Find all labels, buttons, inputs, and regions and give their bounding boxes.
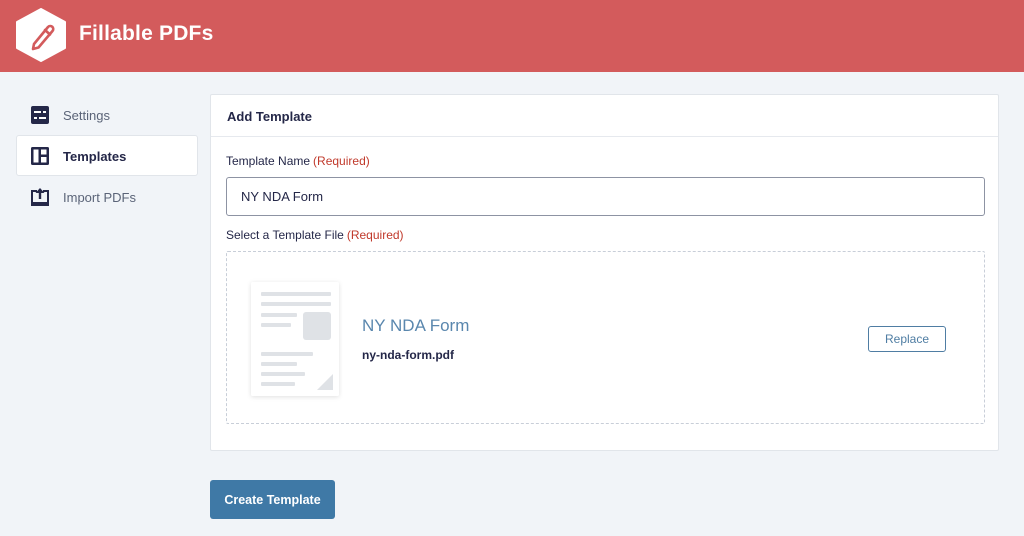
template-file-dropzone[interactable]: NY NDA Form ny-nda-form.pdf Replace (226, 251, 985, 424)
template-name-label-text: Template Name (226, 154, 311, 168)
import-icon (31, 188, 49, 206)
file-title: NY NDA Form (362, 316, 470, 335)
sidebar-item-label: Import PDFs (63, 190, 136, 205)
replace-button[interactable]: Replace (868, 326, 946, 352)
file-name: ny-nda-form.pdf (362, 348, 454, 362)
sidebar-item-settings[interactable]: Settings (16, 94, 198, 135)
sidebar: Settings Templates Import PDFs (16, 94, 198, 217)
create-template-button[interactable]: Create Template (210, 480, 335, 519)
templates-icon (31, 147, 49, 165)
required-marker: (Required) (346, 228, 404, 242)
sidebar-item-label: Settings (63, 108, 110, 123)
card-header: Add Template (211, 95, 998, 137)
card-title: Add Template (227, 109, 312, 124)
app-logo (16, 8, 66, 62)
sidebar-item-import-pdfs[interactable]: Import PDFs (16, 176, 198, 217)
sidebar-item-label: Templates (63, 149, 127, 164)
app-header: Fillable PDFs (0, 0, 1024, 72)
template-name-input[interactable] (226, 177, 985, 216)
template-name-label: Template Name (Required) (226, 154, 370, 168)
sidebar-item-templates[interactable]: Templates (16, 135, 198, 176)
app-title: Fillable PDFs (79, 22, 214, 45)
settings-icon (31, 106, 49, 124)
template-file-label: Select a Template File (Required) (226, 228, 404, 242)
required-marker: (Required) (313, 154, 370, 168)
template-file-label-text: Select a Template File (226, 228, 344, 242)
pdf-document-icon (251, 282, 339, 396)
add-template-card: Add Template Template Name(Required) Sel… (210, 94, 999, 451)
